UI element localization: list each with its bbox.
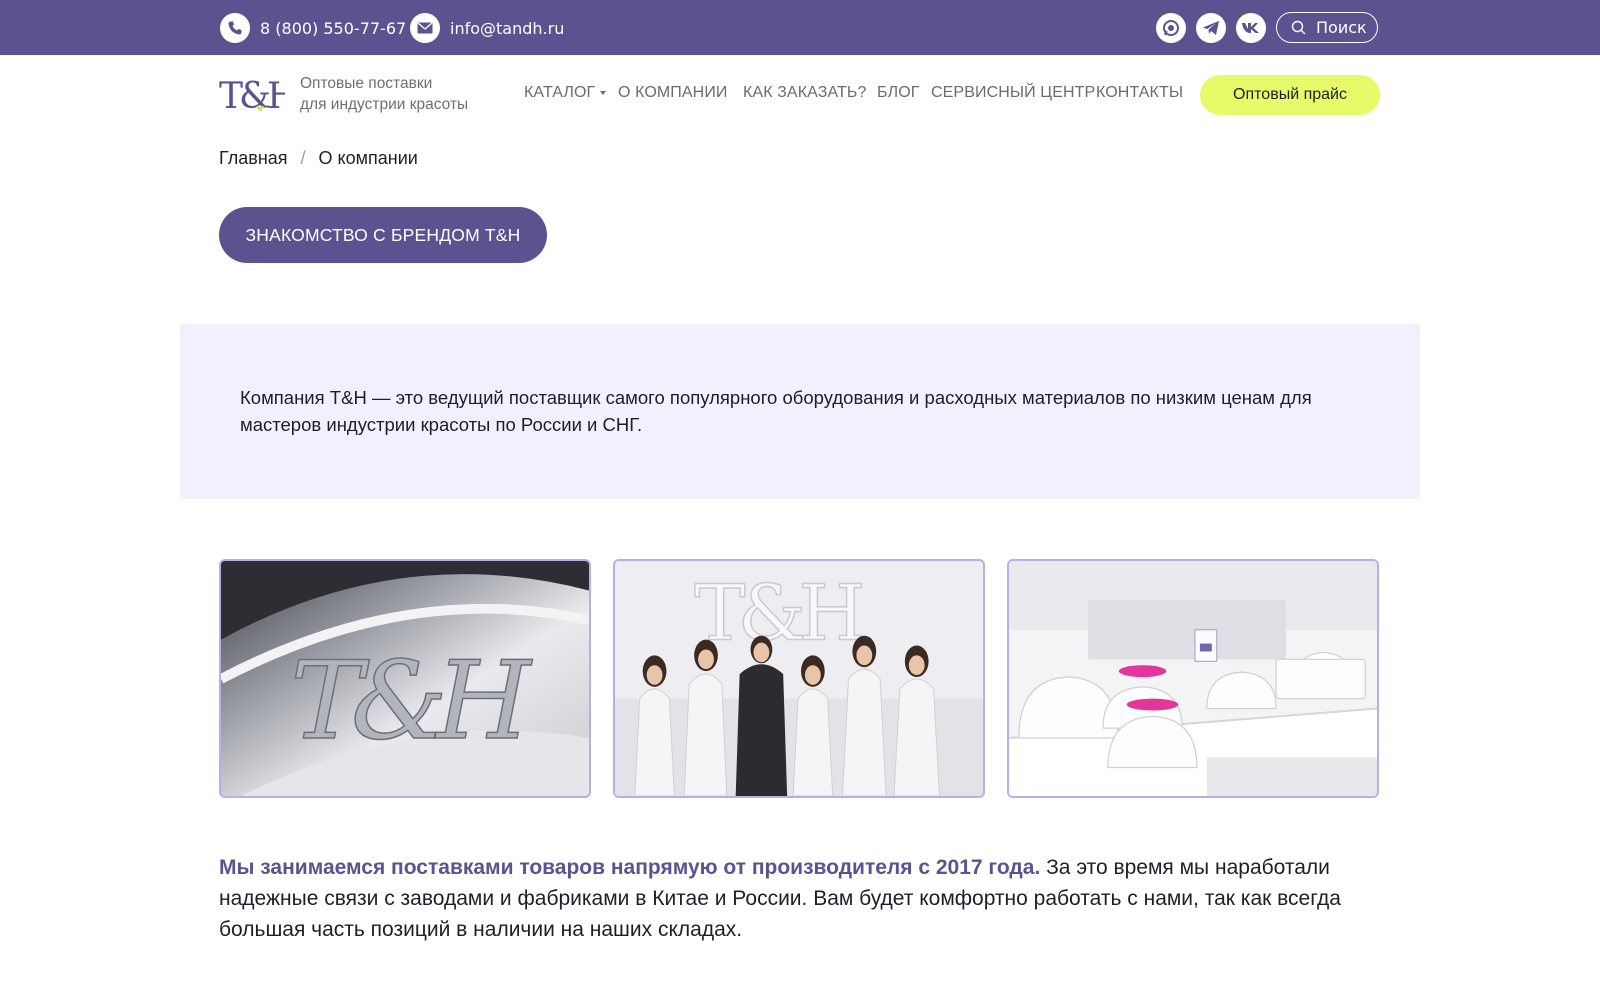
email-address: info@tandh.ru: [450, 18, 565, 38]
nav-blog[interactable]: БЛОГ: [877, 84, 920, 102]
mail-icon: [410, 13, 440, 43]
phone-link[interactable]: 8 (800) 550-77-67: [220, 13, 406, 43]
svg-text:T&H: T&H: [290, 637, 533, 764]
nav-catalog[interactable]: КАТАЛОГ: [524, 84, 607, 102]
showroom-lamps-photo: [1007, 559, 1379, 798]
team-photo: T&H: [613, 559, 985, 798]
email-link[interactable]: info@tandh.ru: [410, 13, 564, 43]
svg-text:T&H: T&H: [694, 570, 861, 659]
telegram-icon[interactable]: [1196, 13, 1226, 43]
breadcrumb-home[interactable]: Главная: [219, 148, 288, 168]
nav-contacts[interactable]: КОНТАКТЫ: [1096, 84, 1183, 102]
breadcrumb: Главная / О компании: [219, 148, 418, 169]
site-tagline: Оптовые поставки для индустрии красоты: [300, 73, 468, 115]
whatsapp-icon[interactable]: [1156, 13, 1186, 43]
nav-about[interactable]: О КОМПАНИИ: [618, 84, 728, 102]
vk-icon[interactable]: [1236, 13, 1266, 43]
tagline-line-2: для индустрии красоты: [300, 96, 469, 113]
brand-sign-photo: T&H: [219, 559, 591, 798]
nav-catalog-label: КАТАЛОГ: [524, 84, 596, 101]
breadcrumb-current: О компании: [318, 148, 418, 168]
search-button[interactable]: Поиск: [1276, 12, 1378, 43]
intro-text: Компания T&H — это ведущий поставщик сам…: [240, 387, 1312, 435]
search-label: Поиск: [1316, 18, 1367, 37]
about-highlight: Мы занимаемся поставками товаров напряму…: [219, 856, 1041, 879]
nav-how-to-order[interactable]: КАК ЗАКАЗАТЬ?: [743, 84, 866, 102]
search-icon: [1291, 20, 1306, 35]
wholesale-price-button[interactable]: Оптовый прайс: [1200, 75, 1380, 115]
svg-text:T&H: T&H: [219, 76, 285, 115]
top-bar: 8 (800) 550-77-67 info@tandh.ru Поиск: [0, 0, 1600, 55]
chevron-down-icon: [600, 90, 607, 95]
brand-intro-button[interactable]: ЗНАКОМСТВО С БРЕНДОМ T&H: [219, 207, 547, 263]
about-paragraph: Мы занимаемся поставками товаров напряму…: [219, 852, 1389, 945]
breadcrumb-separator: /: [300, 148, 306, 168]
nav-service-center[interactable]: СЕРВИСНЫЙ ЦЕНТР: [931, 84, 1095, 102]
brand-logo[interactable]: T&H: [219, 73, 301, 117]
phone-number: 8 (800) 550-77-67: [260, 18, 407, 38]
tagline-line-1: Оптовые поставки: [300, 75, 433, 92]
intro-block: Компания T&H — это ведущий поставщик сам…: [180, 324, 1420, 499]
phone-icon: [220, 13, 250, 43]
